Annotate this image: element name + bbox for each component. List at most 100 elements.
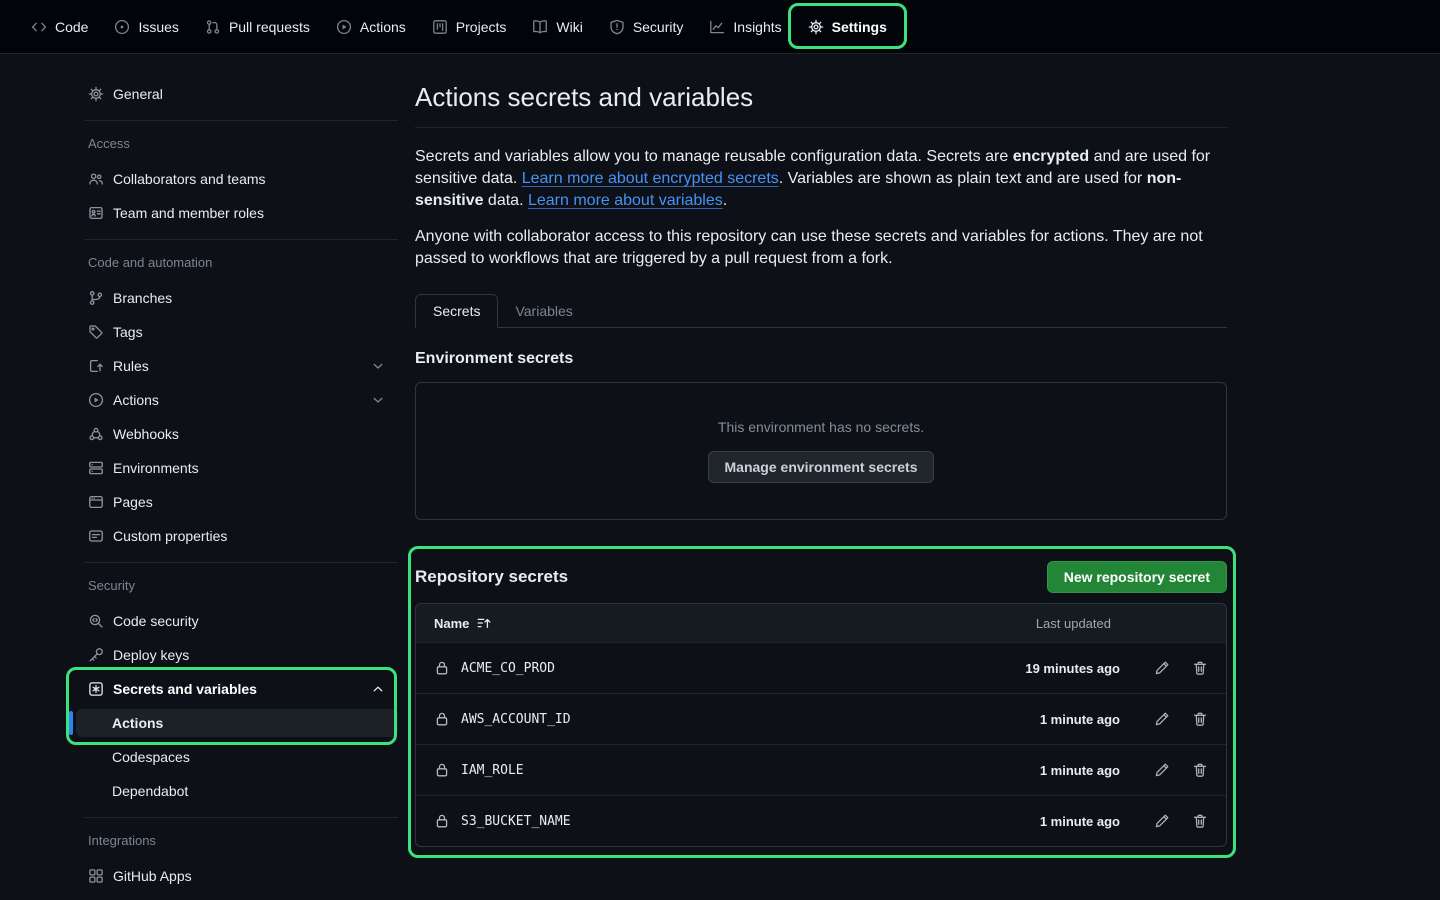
sidebar-subitem-dependabot[interactable]: Dependabot [76,777,398,805]
lock-icon [434,660,450,676]
sidebar-item-label: Dependabot [112,783,188,799]
edit-pencil-icon[interactable] [1154,813,1170,829]
code-scan-icon [88,613,104,629]
sidebar-section-title: Code and automation [88,255,398,271]
secret-last-updated: 19 minutes ago [1025,661,1120,676]
git-branch-icon [88,290,104,306]
repository-secrets-heading: Repository secrets [415,567,568,587]
id-badge-icon [88,205,104,221]
sidebar-item-environments[interactable]: Environments [76,454,398,482]
sidebar-item-webhooks[interactable]: Webhooks [76,420,398,448]
secret-name: IAM_ROLE [461,763,524,778]
chevron-down-icon[interactable] [370,392,386,408]
environment-secrets-empty-box: This environment has no secrets. Manage … [415,382,1227,520]
secret-row: ACME_CO_PROD 19 minutes ago [416,642,1226,693]
sidebar-item-label: Pages [113,494,153,510]
play-circle-icon [88,392,104,408]
inline-link[interactable]: Learn more about variables [528,192,723,209]
sidebar-item-pages[interactable]: Pages [76,488,398,516]
edit-pencil-icon[interactable] [1154,711,1170,727]
gear-icon [88,86,104,102]
webhook-icon [88,426,104,442]
nav-tab-security[interactable]: Security [596,0,697,53]
sidebar-section-title: Security [88,578,398,594]
sidebar-item-general[interactable]: General [76,80,398,108]
sidebar-item-branches[interactable]: Branches [76,284,398,312]
pull-request-icon [205,19,221,35]
inline-link[interactable]: Learn more about encrypted secrets [522,170,779,187]
sidebar-section-title: Integrations [88,833,398,849]
sidebar-item-collaborators-and-teams[interactable]: Collaborators and teams [76,165,398,193]
nav-tab-projects[interactable]: Projects [419,0,520,53]
secret-last-updated: 1 minute ago [1040,814,1120,829]
shield-icon [609,19,625,35]
nav-tab-settings[interactable]: Settings [795,0,900,53]
sidebar-item-label: Actions [112,715,163,731]
nav-tab-label: Settings [832,19,887,35]
secret-last-updated: 1 minute ago [1040,763,1120,778]
sidebar-item-custom-properties[interactable]: Custom properties [76,522,398,550]
sidebar-subitem-actions[interactable]: Actions [76,709,398,737]
delete-trash-icon[interactable] [1192,762,1208,778]
sidebar-item-label: Actions [113,392,159,408]
manage-environment-secrets-button[interactable]: Manage environment secrets [708,451,935,483]
secret-name: AWS_ACCOUNT_ID [461,712,571,727]
environment-empty-text: This environment has no secrets. [718,419,924,435]
last-updated-column-header: Last updated [1036,616,1111,631]
sidebar-item-label: Codespaces [112,749,190,765]
sidebar-item-deploy-keys[interactable]: Deploy keys [76,641,398,669]
sidebar-item-secrets-and-variables[interactable]: Secrets and variables [76,675,398,703]
sidebar-item-team-and-member-roles[interactable]: Team and member roles [76,199,398,227]
secrets-and-variables-group: Secrets and variables Actions [76,675,398,737]
sidebar-item-code-security[interactable]: Code security [76,607,398,635]
edit-pencil-icon[interactable] [1154,762,1170,778]
book-icon [532,19,548,35]
browser-icon [88,494,104,510]
secret-row: AWS_ACCOUNT_ID 1 minute ago [416,693,1226,744]
sidebar-item-tags[interactable]: Tags [76,318,398,346]
sidebar-divider [84,562,398,563]
secret-row: S3_BUCKET_NAME 1 minute ago [416,795,1226,846]
sidebar-item-label: Tags [113,324,143,340]
page-title: Actions secrets and variables [415,82,1227,113]
sidebar-item-label: Environments [113,460,199,476]
delete-trash-icon[interactable] [1192,711,1208,727]
sidebar-item-github-apps[interactable]: GitHub Apps [76,862,398,890]
repo-settings-page: Code Issues Pull requests Actions Projec… [0,0,1440,900]
name-column-header[interactable]: Name [434,615,492,631]
gear-icon [808,19,824,35]
nav-tab-label: Insights [733,19,781,35]
nav-tab-actions[interactable]: Actions [323,0,419,53]
nav-tab-pull-requests[interactable]: Pull requests [192,0,323,53]
nav-tab-insights[interactable]: Insights [696,0,794,53]
sidebar-item-rules[interactable]: Rules [76,352,398,380]
new-repository-secret-button[interactable]: New repository secret [1047,561,1227,593]
tab-variables[interactable]: Variables [498,295,589,327]
chevron-up-icon[interactable] [370,681,386,697]
sidebar-item-email-notifications[interactable]: Email notifications [76,896,398,900]
repo-nav: Code Issues Pull requests Actions Projec… [0,0,1440,54]
nav-tab-wiki[interactable]: Wiki [519,0,595,53]
play-circle-icon [336,19,352,35]
sidebar-item-label: Secrets and variables [113,681,257,697]
nav-tab-label: Actions [360,19,406,35]
people-icon [88,171,104,187]
note-icon [88,528,104,544]
sidebar-divider [84,120,398,121]
secrets-variables-tabnav: Secrets Variables [415,294,1227,328]
nav-tab-label: Wiki [556,19,582,35]
delete-trash-icon[interactable] [1192,813,1208,829]
nav-tab-label: Code [55,19,88,35]
sidebar-item-actions[interactable]: Actions [76,386,398,414]
active-tab-underline [804,46,891,49]
nav-tab-issues[interactable]: Issues [101,0,191,53]
tab-secrets[interactable]: Secrets [415,294,498,328]
sidebar-subitem-codespaces[interactable]: Codespaces [76,743,398,771]
nav-tab-code[interactable]: Code [18,0,101,53]
chevron-down-icon[interactable] [370,358,386,374]
lock-icon [434,762,450,778]
delete-trash-icon[interactable] [1192,660,1208,676]
sidebar-item-label: General [113,86,163,102]
sidebar-item-label: Branches [113,290,172,306]
edit-pencil-icon[interactable] [1154,660,1170,676]
